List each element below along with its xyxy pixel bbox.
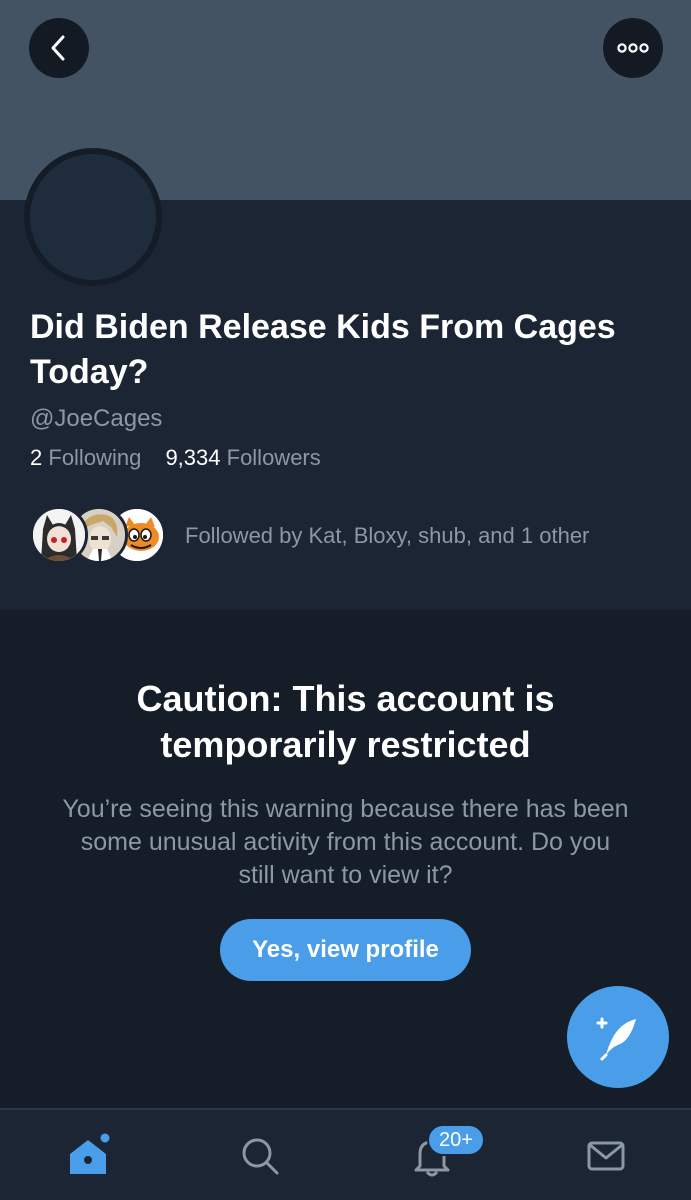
back-button[interactable] [29, 18, 89, 78]
followers-stat[interactable]: 9,334 Followers [165, 445, 320, 471]
compose-tweet-button[interactable] [567, 986, 669, 1088]
more-dots-icon [617, 43, 649, 53]
avatar-placeholder [30, 154, 156, 280]
profile-stats: 2 Following 9,334 Followers [30, 445, 321, 471]
tab-home[interactable] [62, 1130, 114, 1182]
chevron-left-icon [51, 35, 65, 61]
followers-label: Followers [226, 445, 321, 470]
envelope-icon [587, 1141, 625, 1171]
restriction-warning-title: Caution: This account is temporarily res… [136, 678, 555, 765]
tab-search[interactable] [234, 1130, 286, 1182]
followed-by-text: Followed by Kat, Bloxy, shub, and 1 othe… [185, 523, 590, 548]
compose-feather-icon [596, 1017, 636, 1061]
view-profile-button[interactable]: Yes, view profile [220, 919, 471, 981]
followed-by-row[interactable]: Followed by Kat, Bloxy, shub, and 1 othe… [30, 506, 670, 566]
followers-count: 9,334 [165, 445, 221, 470]
following-count: 2 [30, 445, 43, 470]
search-icon [242, 1138, 279, 1175]
profile-avatar[interactable] [24, 148, 162, 286]
following-stat[interactable]: 2 Following [30, 445, 141, 471]
profile-display-name: Did Biden Release Kids From Cages Today? [30, 308, 616, 391]
home-icon [70, 1133, 110, 1174]
notification-badge: 20+ [427, 1124, 485, 1156]
tab-messages[interactable] [580, 1130, 632, 1182]
mutual-followers-avatars [30, 506, 166, 566]
more-options-button[interactable] [603, 18, 663, 78]
profile-handle: @JoeCages [30, 405, 163, 432]
bottom-tab-bar [0, 1108, 691, 1200]
restriction-warning-body: You’re seeing this warning because there… [62, 795, 629, 889]
following-label: Following [48, 445, 142, 470]
mutual-avatar-kat [30, 506, 88, 564]
